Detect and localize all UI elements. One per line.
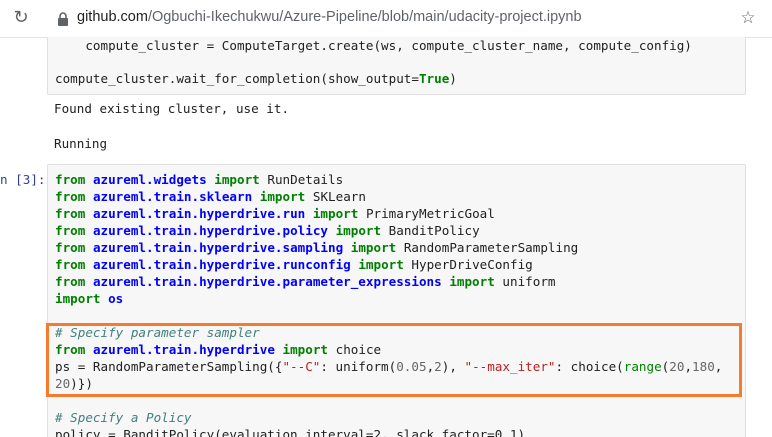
lock-icon[interactable] <box>57 12 69 26</box>
code-line: policy = BanditPolicy(evaluation_interva… <box>55 427 526 437</box>
url-path: /Ogbuchi-Ikechukwu/Azure-Pipeline/blob/m… <box>147 9 582 25</box>
import-line: from azureml.train.hyperdrive.runconfig … <box>55 257 533 272</box>
url-field[interactable]: github.com/Ogbuchi-Ikechukwu/Azure-Pipel… <box>77 9 582 25</box>
output-running: Running <box>54 136 108 151</box>
code-line: compute_cluster = ComputeTarget.create(w… <box>55 38 692 53</box>
import-line: from azureml.train.sklearn import SKLear… <box>55 189 366 204</box>
star-icon[interactable]: ☆ <box>737 7 759 29</box>
comment-line: # Specify a Policy <box>55 410 192 425</box>
browser-address-bar: ↻ github.com/Ogbuchi-Ikechukwu/Azure-Pip… <box>0 0 772 38</box>
import-line: from azureml.widgets import RunDetails <box>55 172 344 187</box>
url-host: github.com <box>77 9 148 25</box>
notebook-content: compute_cluster = ComputeTarget.create(w… <box>0 37 772 437</box>
cell-prompt: n [3]: <box>0 172 46 187</box>
highlight-annotation-box <box>46 323 742 397</box>
code-line: compute_cluster.wait_for_completion(show… <box>55 71 457 86</box>
import-line: import os <box>55 291 124 306</box>
import-line: from azureml.train.hyperdrive.parameter_… <box>55 274 556 289</box>
reload-icon[interactable]: ↻ <box>10 7 32 29</box>
import-line: from azureml.train.hyperdrive.sampling i… <box>55 240 579 255</box>
import-line: from azureml.train.hyperdrive.policy imp… <box>55 223 480 238</box>
import-line: from azureml.train.hyperdrive.run import… <box>55 206 495 221</box>
output-found-cluster: Found existing cluster, use it. <box>54 101 290 116</box>
code-cell-previous[interactable]: compute_cluster = ComputeTarget.create(w… <box>47 37 746 95</box>
